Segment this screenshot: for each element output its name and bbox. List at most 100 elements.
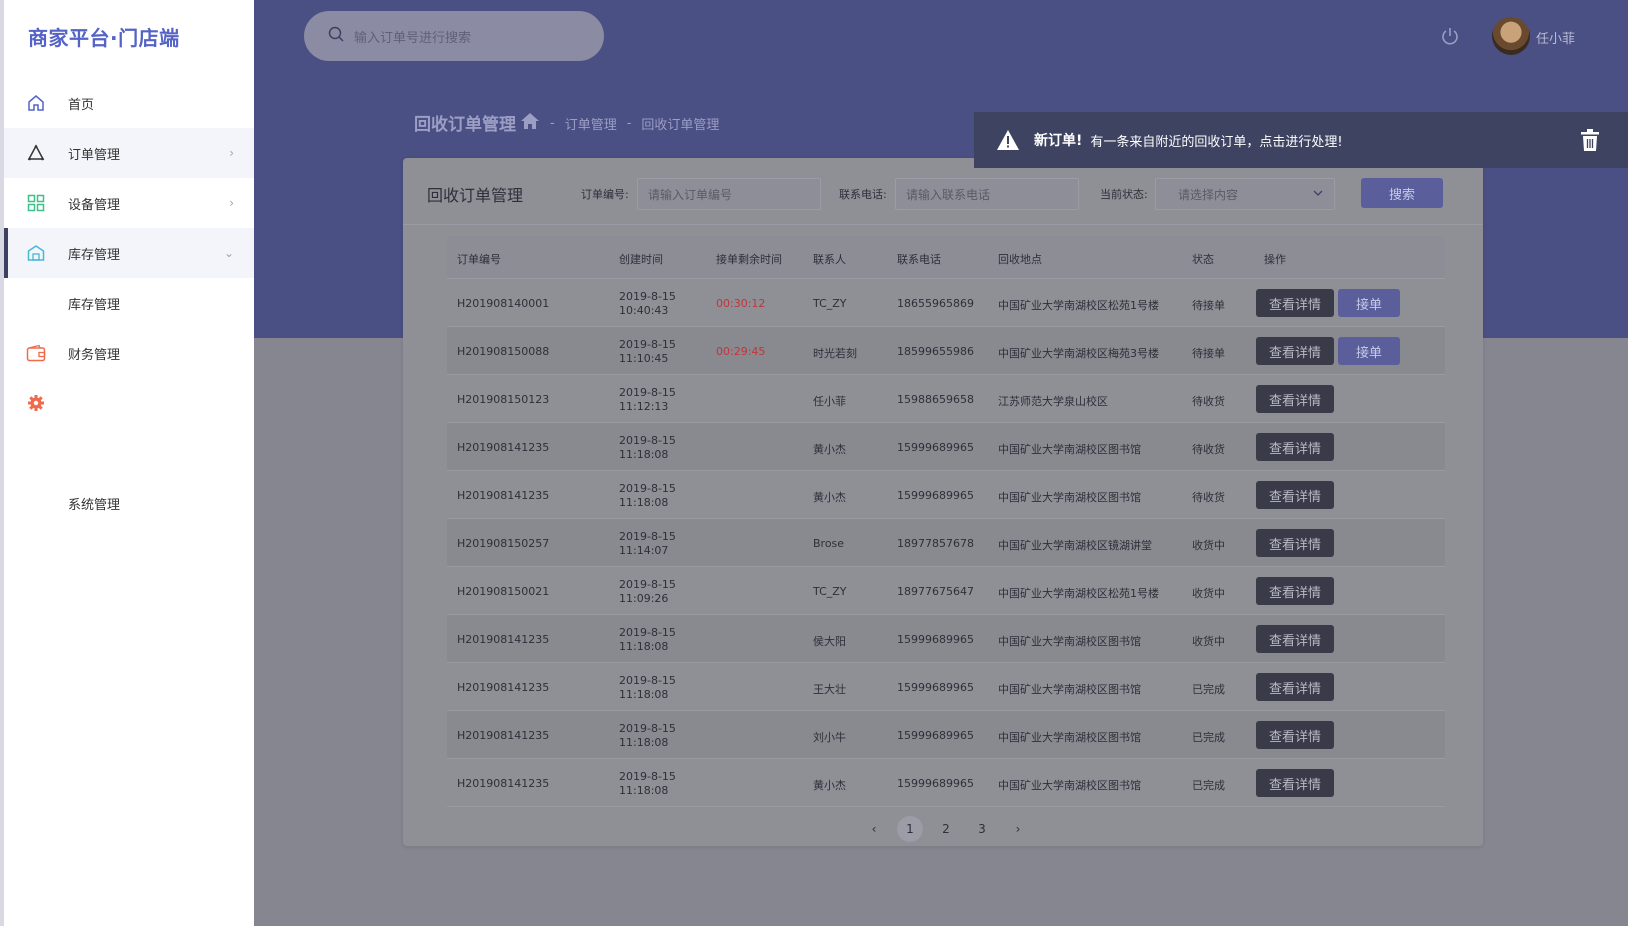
view-details-button[interactable]: 查看详情 [1256, 289, 1334, 317]
created-time: 11:18:08 [619, 688, 669, 701]
power-icon[interactable] [1440, 26, 1460, 46]
contact-cell: TC_ZY [813, 297, 847, 310]
chevron-down-icon [1312, 187, 1324, 202]
status-cell: 待收货 [1192, 395, 1225, 408]
table-body: H201908140001 2019-8-15 10:40:43 00:30:12 TC… [447, 279, 1445, 807]
table-row: H201908150021 2019-8-15 11:09:26 TC_ZY 18977… [447, 567, 1445, 615]
location-cell: 中国矿业大学南湖校区镜湖讲堂 [998, 539, 1152, 552]
view-details-button[interactable]: 查看详情 [1256, 385, 1334, 413]
status-select[interactable]: 请选择内容 [1155, 178, 1335, 210]
sidebar-subitem-inventory[interactable]: 库存管理 [4, 278, 254, 328]
breadcrumb: - 订单管理 - 回收订单管理 [520, 112, 719, 134]
next-page-icon[interactable]: › [1005, 816, 1031, 842]
status-cell: 待收货 [1192, 443, 1225, 456]
phone-cell: 18599655986 [897, 345, 974, 358]
view-details-button[interactable]: 查看详情 [1256, 577, 1334, 605]
column-header: 联系电话 [897, 253, 941, 266]
location-cell: 中国矿业大学南湖校区图书馆 [998, 683, 1141, 696]
created-date: 2019-8-15 [619, 770, 676, 783]
view-details-button[interactable]: 查看详情 [1256, 433, 1334, 461]
created-time: 11:09:26 [619, 592, 669, 605]
page-button[interactable]: 1 [897, 816, 923, 842]
created-time-cell: 2019-8-15 11:18:08 [619, 482, 676, 510]
warning-icon [996, 129, 1020, 151]
app-logo[interactable]: 商家平台·门店端 [28, 22, 180, 51]
created-time: 11:14:07 [619, 544, 669, 557]
created-time: 10:40:43 [619, 304, 669, 317]
created-time: 11:12:13 [619, 400, 669, 413]
card-title: 回收订单管理 [427, 186, 524, 205]
status-cell: 待接单 [1192, 299, 1225, 312]
order-id-cell: H201908150021 [457, 585, 550, 598]
prev-page-icon[interactable]: ‹ [861, 816, 887, 842]
breadcrumb-item: 回收订单管理 [641, 117, 720, 133]
created-date: 2019-8-15 [619, 386, 676, 399]
column-header: 回收地点 [998, 253, 1042, 266]
view-details-button[interactable]: 查看详情 [1256, 673, 1334, 701]
contact-cell: 刘小牛 [813, 731, 846, 744]
top-search-input[interactable]: 输入订单号进行搜索 [304, 11, 604, 61]
view-details-button[interactable]: 查看详情 [1256, 337, 1334, 365]
location-cell: 江苏师范大学泉山校区 [998, 395, 1108, 408]
sidebar-item-home[interactable]: 首页 [4, 78, 254, 128]
grid-icon [26, 193, 46, 213]
sidebar-item-label: 系统管理 [68, 497, 121, 513]
sidebar-item-devices[interactable]: 设备管理 › [4, 178, 254, 228]
home-icon[interactable] [520, 112, 540, 134]
created-date: 2019-8-15 [619, 626, 676, 639]
column-header: 操作 [1264, 253, 1286, 266]
search-icon [328, 26, 344, 46]
view-details-button[interactable]: 查看详情 [1256, 769, 1334, 797]
page-button[interactable]: 2 [933, 816, 959, 842]
phone-cell: 18977857678 [897, 537, 974, 550]
accept-order-button[interactable]: 接单 [1338, 289, 1400, 317]
table-row: H201908141235 2019-8-15 11:18:08 黄小杰 1599968… [447, 423, 1445, 471]
phone-cell: 15999689965 [897, 777, 974, 790]
table-row: H201908150257 2019-8-15 11:14:07 Brose 18977… [447, 519, 1445, 567]
location-cell: 中国矿业大学南湖校区图书馆 [998, 491, 1141, 504]
phone-cell: 18977675647 [897, 585, 974, 598]
created-date: 2019-8-15 [619, 530, 676, 543]
sidebar-item-orders[interactable]: 订单管理 › [4, 128, 254, 178]
gear-icon [26, 393, 46, 413]
sidebar-item-system[interactable]: 系统管理 [4, 478, 254, 528]
breadcrumb-item[interactable]: 订单管理 [565, 114, 617, 133]
trash-icon[interactable] [1580, 128, 1600, 152]
location-cell: 中国矿业大学南湖校区松苑1号楼 [998, 587, 1159, 600]
avatar[interactable] [1492, 17, 1530, 55]
created-time: 11:18:08 [619, 496, 669, 509]
phone-input[interactable]: 请输入联系电话 [895, 178, 1079, 210]
order-number-input[interactable]: 请输入订单编号 [637, 178, 821, 210]
divider [403, 224, 1483, 225]
created-date: 2019-8-15 [619, 578, 676, 591]
status-cell: 收货中 [1192, 587, 1225, 600]
sidebar-item-label: 订单管理 [68, 147, 121, 163]
search-button[interactable]: 搜索 [1361, 178, 1443, 208]
accept-order-button[interactable]: 接单 [1338, 337, 1400, 365]
view-details-button[interactable]: 查看详情 [1256, 625, 1334, 653]
view-details-button[interactable]: 查看详情 [1256, 721, 1334, 749]
column-header: 订单编号 [457, 253, 501, 266]
created-date: 2019-8-15 [619, 290, 676, 303]
phone-cell: 15999689965 [897, 681, 974, 694]
column-header: 接单剩余时间 [716, 253, 782, 266]
phone-cell: 15999689965 [897, 633, 974, 646]
phone-cell: 15999689965 [897, 729, 974, 742]
contact-cell: 黄小杰 [813, 779, 846, 792]
contact-cell: TC_ZY [813, 585, 847, 598]
sidebar-item-inventory[interactable]: 库存管理 ⌄ [4, 228, 254, 278]
search-placeholder: 输入订单号进行搜索 [354, 30, 472, 46]
notification-title: 新订单! [1034, 133, 1083, 149]
location-cell: 中国矿业大学南湖校区图书馆 [998, 731, 1141, 744]
page-button[interactable]: 3 [969, 816, 995, 842]
view-details-button[interactable]: 查看详情 [1256, 529, 1334, 557]
new-order-notification[interactable]: 新订单! 有一条来自附近的回收订单，点击进行处理! [974, 112, 1628, 168]
view-details-button[interactable]: 查看详情 [1256, 481, 1334, 509]
phone-cell: 15988659658 [897, 393, 974, 406]
sidebar-item-settings-icon[interactable] [4, 378, 254, 428]
table-row: H201908150123 2019-8-15 11:12:13 任小菲 1598865… [447, 375, 1445, 423]
username[interactable]: 任小菲 [1536, 28, 1575, 47]
chevron-down-icon: ⌄ [223, 246, 234, 260]
sidebar-item-finance[interactable]: 财务管理 [4, 328, 254, 378]
status-cell: 已完成 [1192, 779, 1225, 792]
